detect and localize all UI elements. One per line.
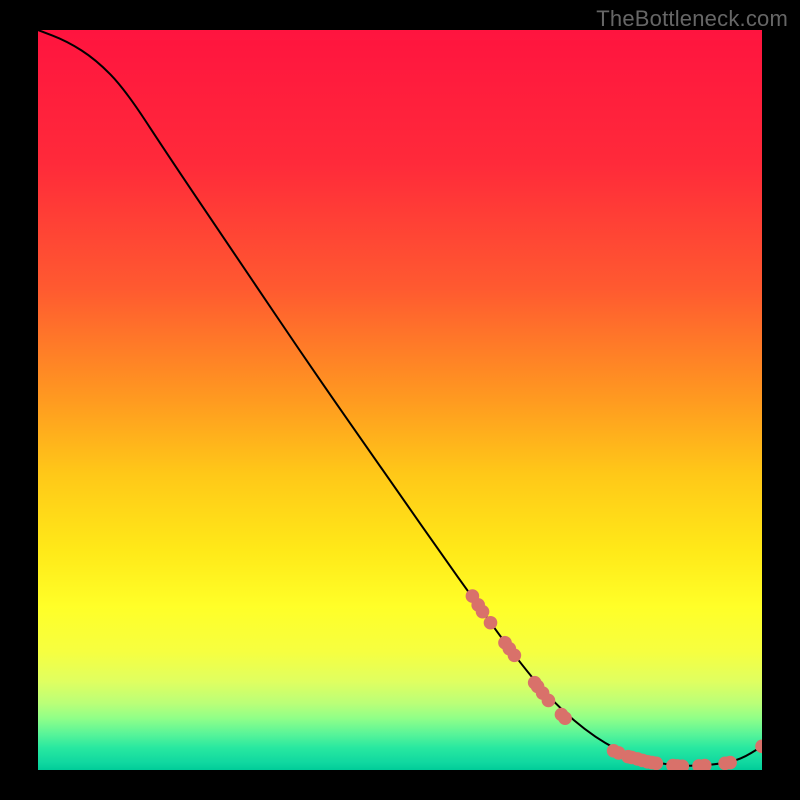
chart-gradient-bg [38, 30, 762, 770]
marker-dot [649, 757, 663, 771]
marker-dot [723, 756, 737, 770]
marker-dot [755, 740, 769, 754]
marker-dot [676, 760, 690, 774]
watermark-text: TheBottleneck.com [596, 6, 788, 32]
marker-dot [698, 759, 712, 773]
marker-dot [484, 616, 498, 630]
bottleneck-chart [0, 0, 800, 800]
marker-dot [558, 711, 572, 725]
marker-dot [508, 649, 522, 663]
marker-dot [476, 605, 490, 619]
marker-dot [542, 694, 556, 708]
